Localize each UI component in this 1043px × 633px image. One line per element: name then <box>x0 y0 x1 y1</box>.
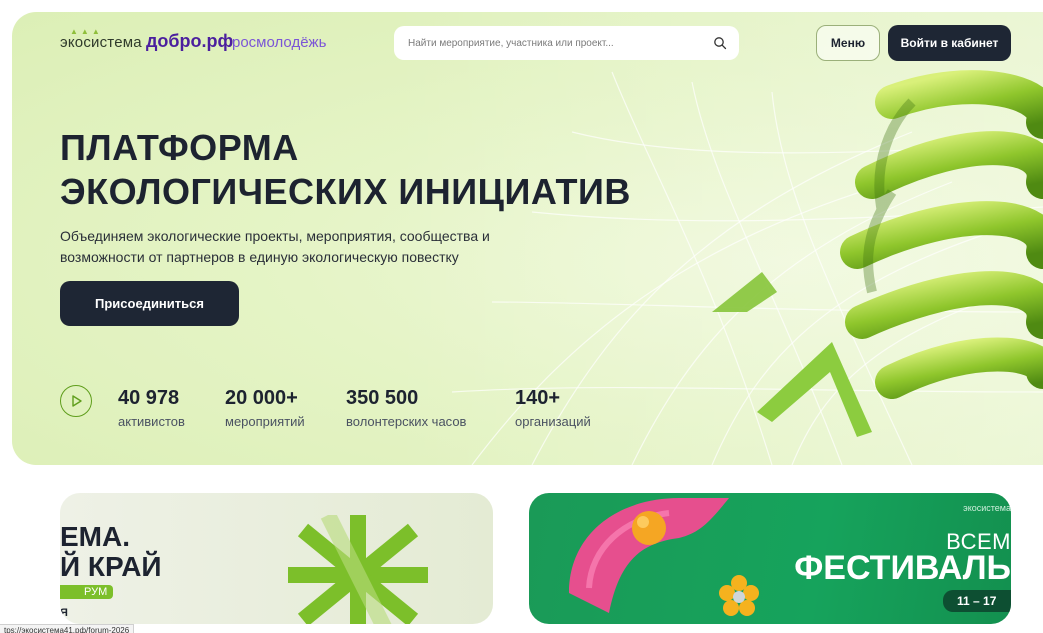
menu-button[interactable]: Меню <box>816 25 880 61</box>
stat-organizations: 140+ организаций <box>515 386 591 429</box>
festival-decoration <box>569 498 759 616</box>
stat-activists: 40 978 активистов <box>118 386 185 429</box>
forum-card[interactable]: ЕМА. Й КРАЙ РУМ Я <box>60 493 493 624</box>
festival-date-badge: 11 – 17 <box>943 590 1011 612</box>
hero-subtitle: Объединяем экологические проекты, меропр… <box>60 226 580 268</box>
stat-events: 20 000+ мероприятий <box>225 386 305 429</box>
search-icon[interactable] <box>713 36 727 50</box>
play-video-button[interactable] <box>60 385 92 417</box>
forum-caption: Я <box>60 607 68 619</box>
site-header: ▲▲▲ экосистема добро.рф росмолодёжь Меню… <box>0 0 1043 90</box>
festival-logo: экосистема <box>963 503 1011 513</box>
forum-title-line-1: ЕМА. <box>60 521 130 552</box>
logo-ecosystem-text: экосистема <box>60 34 142 51</box>
stat-value: 350 500 <box>346 387 419 409</box>
festival-card[interactable]: экосистема ВСЕМ ФЕСТИВАЛЬ 11 – 17 <box>529 493 1011 624</box>
stat-label: волонтерских часов <box>346 414 467 429</box>
stat-value: 20 000+ <box>225 387 298 409</box>
stat-label: активистов <box>118 414 185 429</box>
stat-label: мероприятий <box>225 414 305 429</box>
asterisk-icon <box>288 515 428 624</box>
login-button[interactable]: Войти в кабинет <box>888 25 1011 61</box>
page-title: ПЛАТФОРМА ЭКОЛОГИЧЕСКИХ ИНИЦИАТИВ <box>60 126 631 214</box>
play-icon <box>72 395 82 407</box>
stat-value: 40 978 <box>118 387 180 409</box>
logo-dots-icon: ▲▲▲ <box>70 27 103 36</box>
festival-title-line-2: ФЕСТИВАЛЬ <box>794 549 1011 587</box>
subtitle-line-2: возможности от партнеров в единую эколог… <box>60 249 459 265</box>
logo-ecosystem[interactable]: ▲▲▲ экосистема <box>60 27 142 51</box>
stat-value: 140+ <box>515 387 561 409</box>
link-preview-url: tps://экосистема41.рф/forum-2026 <box>0 624 135 633</box>
subtitle-line-1: Объединяем экологические проекты, меропр… <box>60 228 490 244</box>
search-input[interactable] <box>408 35 708 51</box>
search-bar <box>394 26 739 60</box>
logo-rosmolodezh[interactable]: росмолодёжь <box>232 34 326 51</box>
join-button[interactable]: Присоединиться <box>60 281 239 326</box>
forum-badge: РУМ <box>60 585 114 599</box>
logo-dobro[interactable]: добро.рф <box>146 31 233 52</box>
page: ▲▲▲ экосистема добро.рф росмолодёжь Меню… <box>0 0 1043 633</box>
title-line-1: ПЛАТФОРМА <box>60 127 299 168</box>
stat-label: организаций <box>515 414 591 429</box>
forum-title-line-2: Й КРАЙ <box>60 551 162 582</box>
title-line-2: ЭКОЛОГИЧЕСКИХ ИНИЦИАТИВ <box>60 171 631 212</box>
stat-hours: 350 500 волонтерских часов <box>346 386 466 429</box>
